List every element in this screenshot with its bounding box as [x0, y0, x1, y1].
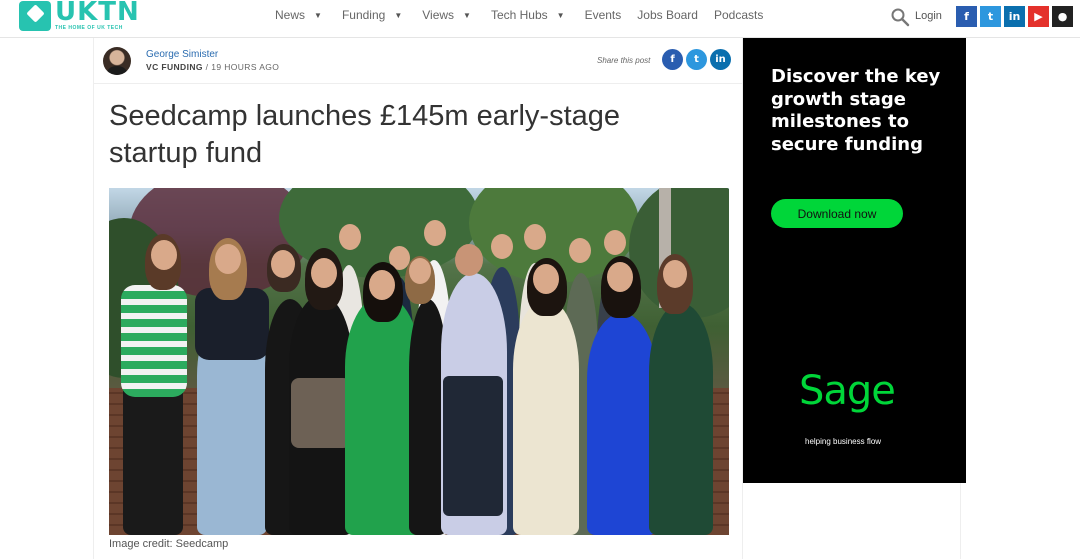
meta-separator: /	[205, 62, 209, 72]
article-category[interactable]: VC FUNDING	[146, 62, 203, 72]
share-buttons: f t in	[662, 49, 734, 70]
share-label: Share this post	[597, 56, 651, 65]
twitter-icon[interactable]: t	[980, 6, 1001, 27]
caret-down-icon: ▼	[314, 10, 322, 20]
nav-item-label: Podcasts	[713, 8, 764, 22]
youtube-icon[interactable]: ▶	[1028, 6, 1049, 27]
login-link[interactable]: Login	[915, 10, 942, 22]
ad-headline: Discover the key growth stage milestones…	[771, 66, 941, 155]
nav-item-podcasts[interactable]: Podcasts	[714, 8, 763, 22]
image-credit: Image credit: Seedcamp	[109, 538, 229, 550]
nav-item-news[interactable]: News ▼	[275, 8, 322, 22]
nav-item-jobs-board[interactable]: Jobs Board	[637, 8, 698, 22]
facebook-icon[interactable]: f	[956, 6, 977, 27]
nav-item-events[interactable]: Events	[585, 8, 622, 22]
sage-logo: Sage	[799, 368, 896, 414]
logo-mark-icon	[19, 1, 51, 31]
download-now-button[interactable]: Download now	[771, 199, 903, 228]
author-bar: George Simister VC FUNDING / 19 HOURS AG…	[94, 38, 743, 84]
article-hero-image	[109, 188, 729, 535]
site-logo[interactable]: UKTN THE HOME OF UK TECH	[19, 0, 144, 34]
nav-item-views[interactable]: Views ▼	[422, 8, 471, 22]
caret-down-icon: ▼	[463, 10, 471, 20]
author-avatar[interactable]	[103, 47, 131, 75]
nav-item-funding[interactable]: Funding ▼	[342, 8, 402, 22]
caret-down-icon: ▼	[556, 10, 565, 20]
nav-item-label: Events	[584, 8, 622, 22]
site-header: UKTN THE HOME OF UK TECH News ▼ Funding …	[0, 0, 1080, 38]
caret-down-icon: ▼	[394, 10, 403, 20]
sidebar-advert[interactable]: Discover the key growth stage milestones…	[743, 38, 966, 483]
sidebar-divider	[960, 483, 961, 559]
nav-item-label: Views	[422, 8, 455, 22]
author-name[interactable]: George Simister	[146, 49, 218, 60]
logo-tagline: THE HOME OF UK TECH	[55, 25, 123, 31]
header-social-links: f t in ▶ ●	[956, 6, 1076, 27]
linkedin-icon[interactable]: in	[1004, 6, 1025, 27]
search-icon[interactable]	[890, 7, 910, 27]
share-twitter-icon[interactable]: t	[686, 49, 707, 70]
main-nav: News ▼ Funding ▼ Views ▼ Tech Hubs ▼ Eve…	[275, 8, 779, 22]
share-linkedin-icon[interactable]: in	[710, 49, 731, 70]
logo-wordmark: UKTN	[55, 0, 140, 27]
nav-item-label: News	[275, 8, 306, 22]
article-timestamp: 19 HOURS AGO	[211, 62, 280, 72]
article: George Simister VC FUNDING / 19 HOURS AG…	[93, 38, 743, 559]
nav-item-label: Funding	[341, 8, 386, 22]
share-facebook-icon[interactable]: f	[662, 49, 683, 70]
nav-item-label: Jobs Board	[637, 8, 698, 22]
ad-tagline: helping business flow	[805, 437, 882, 446]
article-meta: VC FUNDING / 19 HOURS AGO	[146, 62, 279, 72]
podcast-mic-icon[interactable]: ●	[1052, 6, 1073, 27]
nav-item-tech-hubs[interactable]: Tech Hubs ▼	[491, 8, 565, 22]
nav-item-label: Tech Hubs	[490, 8, 548, 22]
article-headline: Seedcamp launches £145m early-stage star…	[109, 100, 621, 169]
